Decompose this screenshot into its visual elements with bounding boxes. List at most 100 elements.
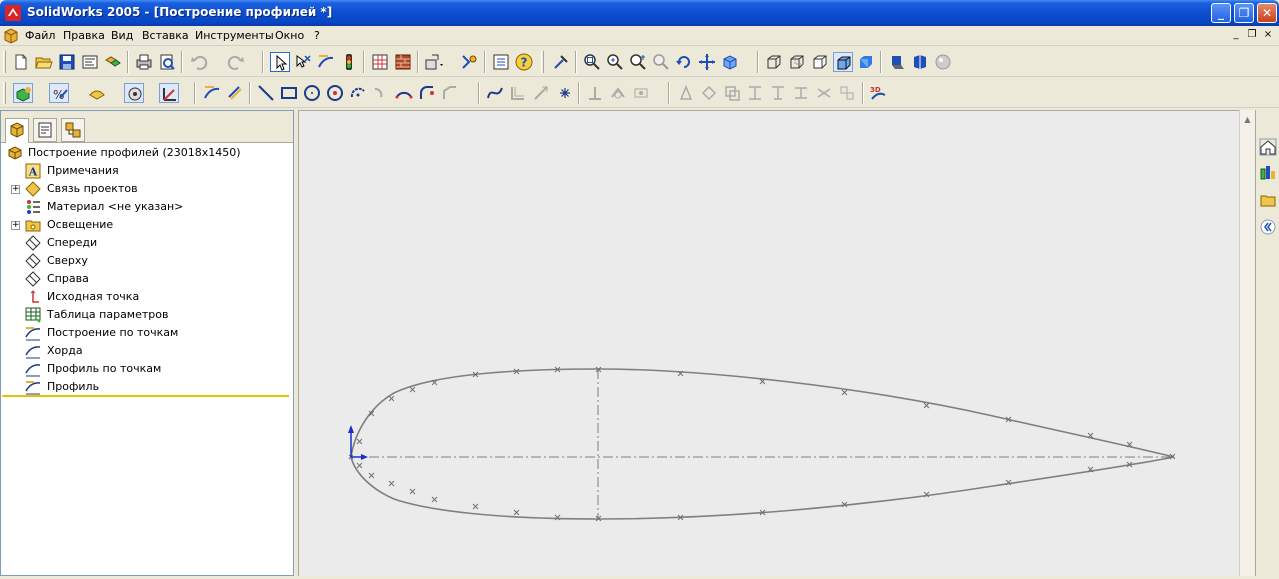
mirror-entities-icon[interactable]	[631, 83, 651, 103]
3d-sketch-icon[interactable]: 3D	[868, 83, 888, 103]
pan-icon[interactable]	[697, 52, 717, 72]
measure-pin-icon[interactable]	[551, 52, 571, 72]
select-other-icon[interactable]	[293, 52, 313, 72]
document-system-icon[interactable]	[3, 28, 19, 44]
scale-entities-icon[interactable]	[768, 83, 788, 103]
view-orientation-icon[interactable]	[720, 52, 740, 72]
undo-icon[interactable]	[189, 52, 209, 72]
tree-item-profile-points[interactable]: Профиль по точкам	[4, 360, 291, 378]
reference-geometry-icon[interactable]	[159, 83, 179, 103]
open-folder-icon[interactable]	[34, 52, 54, 72]
print-icon[interactable]	[134, 52, 154, 72]
close-button[interactable]: ✕	[1257, 3, 1277, 23]
zoom-to-fit-icon[interactable]	[582, 52, 602, 72]
circle-tool-icon[interactable]	[302, 83, 322, 103]
move-entities-icon[interactable]	[722, 83, 742, 103]
chamfer-tool-icon[interactable]	[440, 83, 460, 103]
linear-pattern-icon[interactable]	[676, 83, 696, 103]
new-document-icon[interactable]	[11, 52, 31, 72]
hidden-lines-visible-icon[interactable]	[787, 52, 807, 72]
tree-item-front-plane[interactable]: Спереди	[4, 234, 291, 252]
rebuild-traffic-light-icon[interactable]	[339, 52, 359, 72]
macro-run-icon[interactable]	[459, 52, 479, 72]
sketch-fillet-icon[interactable]	[417, 83, 437, 103]
offset-entities-icon[interactable]	[508, 83, 528, 103]
add-relation-icon[interactable]	[814, 83, 834, 103]
tangent-arc-icon[interactable]	[371, 83, 391, 103]
realview-sphere-icon[interactable]	[933, 52, 953, 72]
tree-item-material[interactable]: Материал <не указан>	[4, 198, 291, 216]
tree-item-chord[interactable]: Хорда	[4, 342, 291, 360]
section-view-icon[interactable]	[910, 52, 930, 72]
zoom-to-selection-icon[interactable]	[651, 52, 671, 72]
expand-toggle[interactable]: +	[11, 185, 20, 194]
rotate-entities-icon[interactable]	[745, 83, 765, 103]
convert-entities-icon[interactable]	[531, 83, 551, 103]
save-icon[interactable]	[57, 52, 77, 72]
zoom-in-out-icon[interactable]	[628, 52, 648, 72]
menu-insert[interactable]: Вставка	[142, 29, 189, 42]
properties-list-icon[interactable]	[491, 52, 511, 72]
minimize-button[interactable]: _	[1211, 3, 1231, 23]
menu-window[interactable]: Окно	[275, 29, 304, 42]
line-tool-icon[interactable]	[256, 83, 276, 103]
menu-view[interactable]: Вид	[111, 29, 133, 42]
tab-feature-manager[interactable]	[5, 118, 29, 143]
tree-item-design-binder[interactable]: + Связь проектов	[4, 180, 291, 198]
rotate-view-icon[interactable]	[674, 52, 694, 72]
help-question-icon[interactable]: ?	[514, 52, 534, 72]
airfoil-profile-curve[interactable]	[350, 368, 1175, 520]
maximize-button[interactable]: ❐	[1234, 3, 1254, 23]
zoom-to-area-icon[interactable]	[605, 52, 625, 72]
task-pane-resources-icon[interactable]	[1259, 163, 1277, 181]
extend-entities-icon[interactable]	[608, 83, 628, 103]
tree-root-part[interactable]: Построение профилей (23018x1450)	[4, 144, 291, 162]
spline-tool-icon[interactable]	[485, 83, 505, 103]
trim-entities-icon[interactable]	[585, 83, 605, 103]
surfaces-toolbar-icon[interactable]	[87, 83, 107, 103]
vertical-scrollbar[interactable]: ▲	[1239, 110, 1255, 576]
tab-configuration-manager[interactable]	[61, 118, 85, 142]
rectangle-tool-icon[interactable]	[279, 83, 299, 103]
tab-property-manager[interactable]	[33, 118, 57, 142]
wireframe-icon[interactable]	[764, 52, 784, 72]
sketch-mode-icon[interactable]	[202, 83, 222, 103]
menu-help[interactable]: ?	[314, 29, 320, 42]
shaded-icon[interactable]	[856, 52, 876, 72]
spline-points[interactable]	[348, 366, 1176, 522]
point-tool-icon[interactable]	[555, 83, 575, 103]
shadows-icon[interactable]	[887, 52, 907, 72]
tree-item-annotations[interactable]: A Примечания	[4, 162, 291, 180]
graphics-area[interactable]	[298, 110, 1239, 576]
toolbar-grip[interactable]	[3, 51, 6, 73]
toolbar-grip[interactable]	[3, 82, 6, 104]
tree-item-sketch-points[interactable]: Построение по точкам	[4, 324, 291, 342]
sketch-canvas[interactable]	[299, 111, 1239, 576]
doc-close-button[interactable]: ×	[1261, 29, 1275, 42]
expand-toggle[interactable]: +	[11, 221, 20, 230]
tree-item-design-table[interactable]: Таблица параметров	[4, 306, 291, 324]
assembly-toolbar-icon[interactable]	[124, 83, 144, 103]
scroll-up-arrow-icon[interactable]: ▲	[1241, 114, 1254, 126]
menu-tools[interactable]: Инструменты	[195, 29, 274, 42]
copy-entities-icon[interactable]	[791, 83, 811, 103]
tree-item-right-plane[interactable]: Справа	[4, 270, 291, 288]
appearance-texture-icon[interactable]	[393, 52, 413, 72]
tree-item-lighting[interactable]: + Освещение	[4, 216, 291, 234]
task-pane-design-library-icon[interactable]	[1259, 191, 1277, 209]
doc-minimize-button[interactable]: _	[1229, 29, 1243, 42]
sketch-icon[interactable]	[316, 52, 336, 72]
display-relations-icon[interactable]	[837, 83, 857, 103]
task-pane-home-icon[interactable]	[1259, 138, 1277, 156]
three-point-arc-icon[interactable]	[394, 83, 414, 103]
smart-dimension-icon[interactable]	[225, 83, 245, 103]
toolbar-grip[interactable]	[541, 51, 544, 73]
make-assembly-icon[interactable]	[103, 52, 123, 72]
make-drawing-icon[interactable]	[80, 52, 100, 72]
task-pane-collapse-icon[interactable]	[1259, 218, 1277, 236]
tree-item-top-plane[interactable]: Сверху	[4, 252, 291, 270]
doc-restore-button[interactable]: ❐	[1245, 29, 1259, 42]
features-toolbar-icon[interactable]	[13, 83, 33, 103]
circular-pattern-icon[interactable]	[699, 83, 719, 103]
tree-item-origin[interactable]: Исходная точка	[4, 288, 291, 306]
